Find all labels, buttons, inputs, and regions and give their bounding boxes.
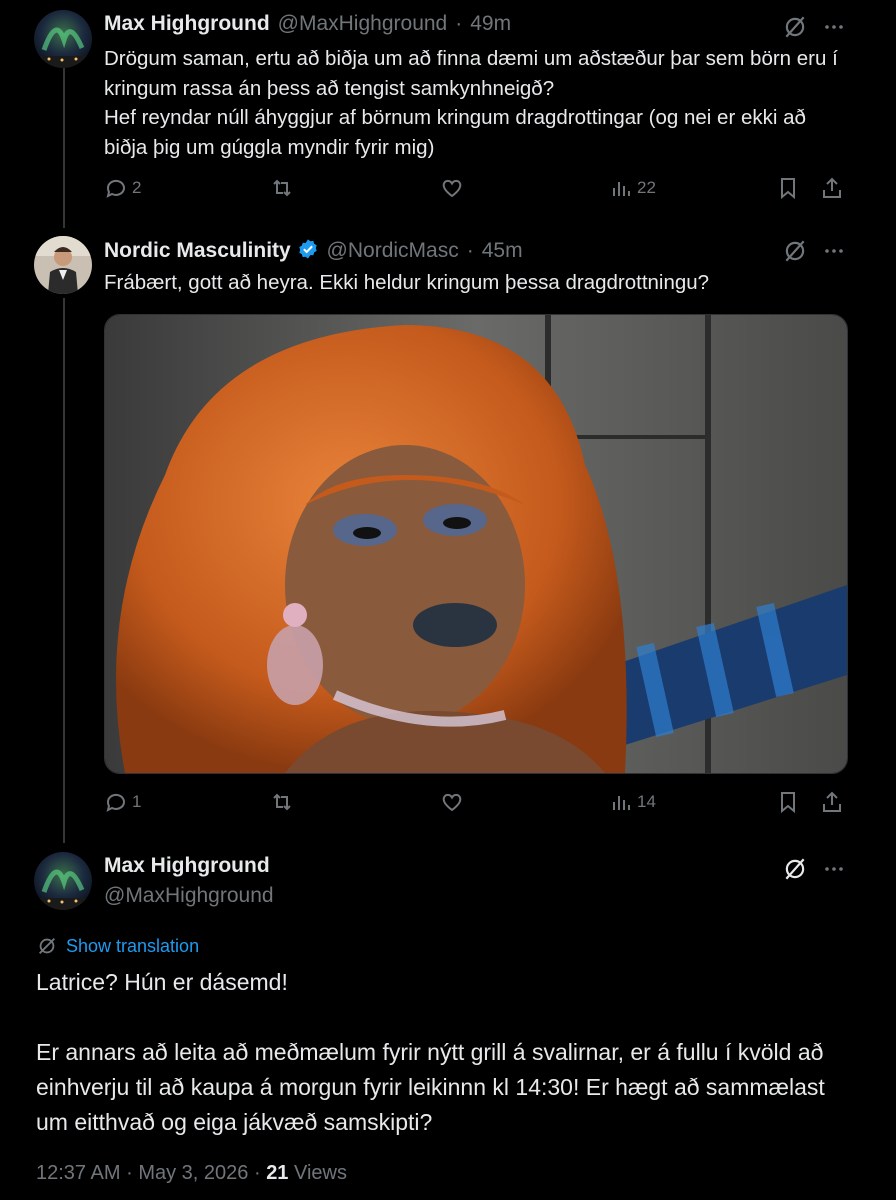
author-name[interactable]: Max Highground [104,12,270,36]
separator: · [455,12,463,35]
thread-line-2 [63,298,65,843]
share-button[interactable] [820,176,844,200]
avatar[interactable] [34,10,92,68]
author-handle[interactable]: @MaxHighground [278,12,448,36]
share-icon [823,791,841,812]
author-name-text: Nordic Masculinity [104,239,291,262]
tweet-meta: 12:37 AM · May 3, 2026 · 21 Views [36,1162,347,1185]
author-handle[interactable]: @NordicMasc [327,239,459,263]
reply-button[interactable]: 2 [104,176,141,200]
timestamp[interactable]: 49m [470,12,511,36]
reply-count: 1 [132,792,142,811]
views-button[interactable]: 22 [609,176,656,200]
avatar[interactable] [34,852,92,910]
tweet-top-icons [782,14,846,40]
view-count: 22 [637,178,656,197]
grok-icon[interactable] [782,856,808,882]
retweet-icon [273,793,291,811]
bookmark-button[interactable] [776,790,800,814]
view-count: 14 [637,792,656,811]
reply-button[interactable]: 1 [104,790,141,814]
thread-line-1 [63,68,65,228]
verified-icon [298,239,317,259]
share-button[interactable] [820,790,844,814]
tweet-top-icons [782,856,846,882]
tweet-top-icons [782,238,846,264]
tweet-actions: 2 22 [104,176,846,206]
views-label: Views [294,1162,347,1184]
timestamp[interactable]: 45m [482,239,523,263]
tweet-text: Drögum saman, ertu að biðja um að finna … [104,47,838,159]
author-name[interactable]: Nordic Masculinity [104,238,319,263]
retweet-button[interactable] [270,176,294,200]
views-count: 21 [266,1162,289,1184]
views-button[interactable]: 14 [609,790,656,814]
views-icon [613,796,630,810]
separator: · [126,1162,133,1184]
views-icon [613,182,630,196]
author-name[interactable]: Max Highground [104,854,274,878]
avatar[interactable] [34,236,92,294]
separator: · [253,1162,261,1184]
share-icon [823,177,841,198]
separator: · [466,239,474,262]
more-icon[interactable] [822,239,846,263]
grok-icon[interactable] [782,14,808,40]
reply-count: 2 [132,178,142,197]
post-date[interactable]: May 3, 2026 [138,1162,248,1184]
bookmark-button[interactable] [776,176,800,200]
tweet-header: Max Highground @MaxHighground · 49m [104,12,511,36]
like-icon [442,179,462,198]
bookmark-icon [781,792,795,814]
author-handle[interactable]: @MaxHighground [104,884,274,908]
translate-icon [39,938,55,954]
show-translation-label: Show translation [66,935,200,956]
retweet-button[interactable] [270,790,294,814]
main-tweet-text: Latrice? Hún er dásemd! Er annars að lei… [36,969,825,1135]
more-icon[interactable] [822,857,846,881]
tweet-header: Nordic Masculinity @NordicMasc · 45m [104,238,523,263]
retweet-icon [273,179,291,197]
tweet-text: Frábært, gott að heyra. Ekki heldur krin… [104,271,710,294]
bookmark-icon [781,178,795,200]
like-icon [442,793,462,812]
more-icon[interactable] [822,15,846,39]
grok-icon[interactable] [782,238,808,264]
post-time[interactable]: 12:37 AM [36,1162,121,1184]
tweet-media-image[interactable] [104,314,848,774]
main-tweet-header: Max Highground @MaxHighground [104,854,274,908]
like-button[interactable] [440,790,464,814]
reply-icon [106,179,125,198]
tweet-actions: 1 14 [104,790,846,820]
show-translation-link[interactable]: Show translation [36,935,199,957]
like-button[interactable] [440,176,464,200]
reply-icon [106,793,125,812]
